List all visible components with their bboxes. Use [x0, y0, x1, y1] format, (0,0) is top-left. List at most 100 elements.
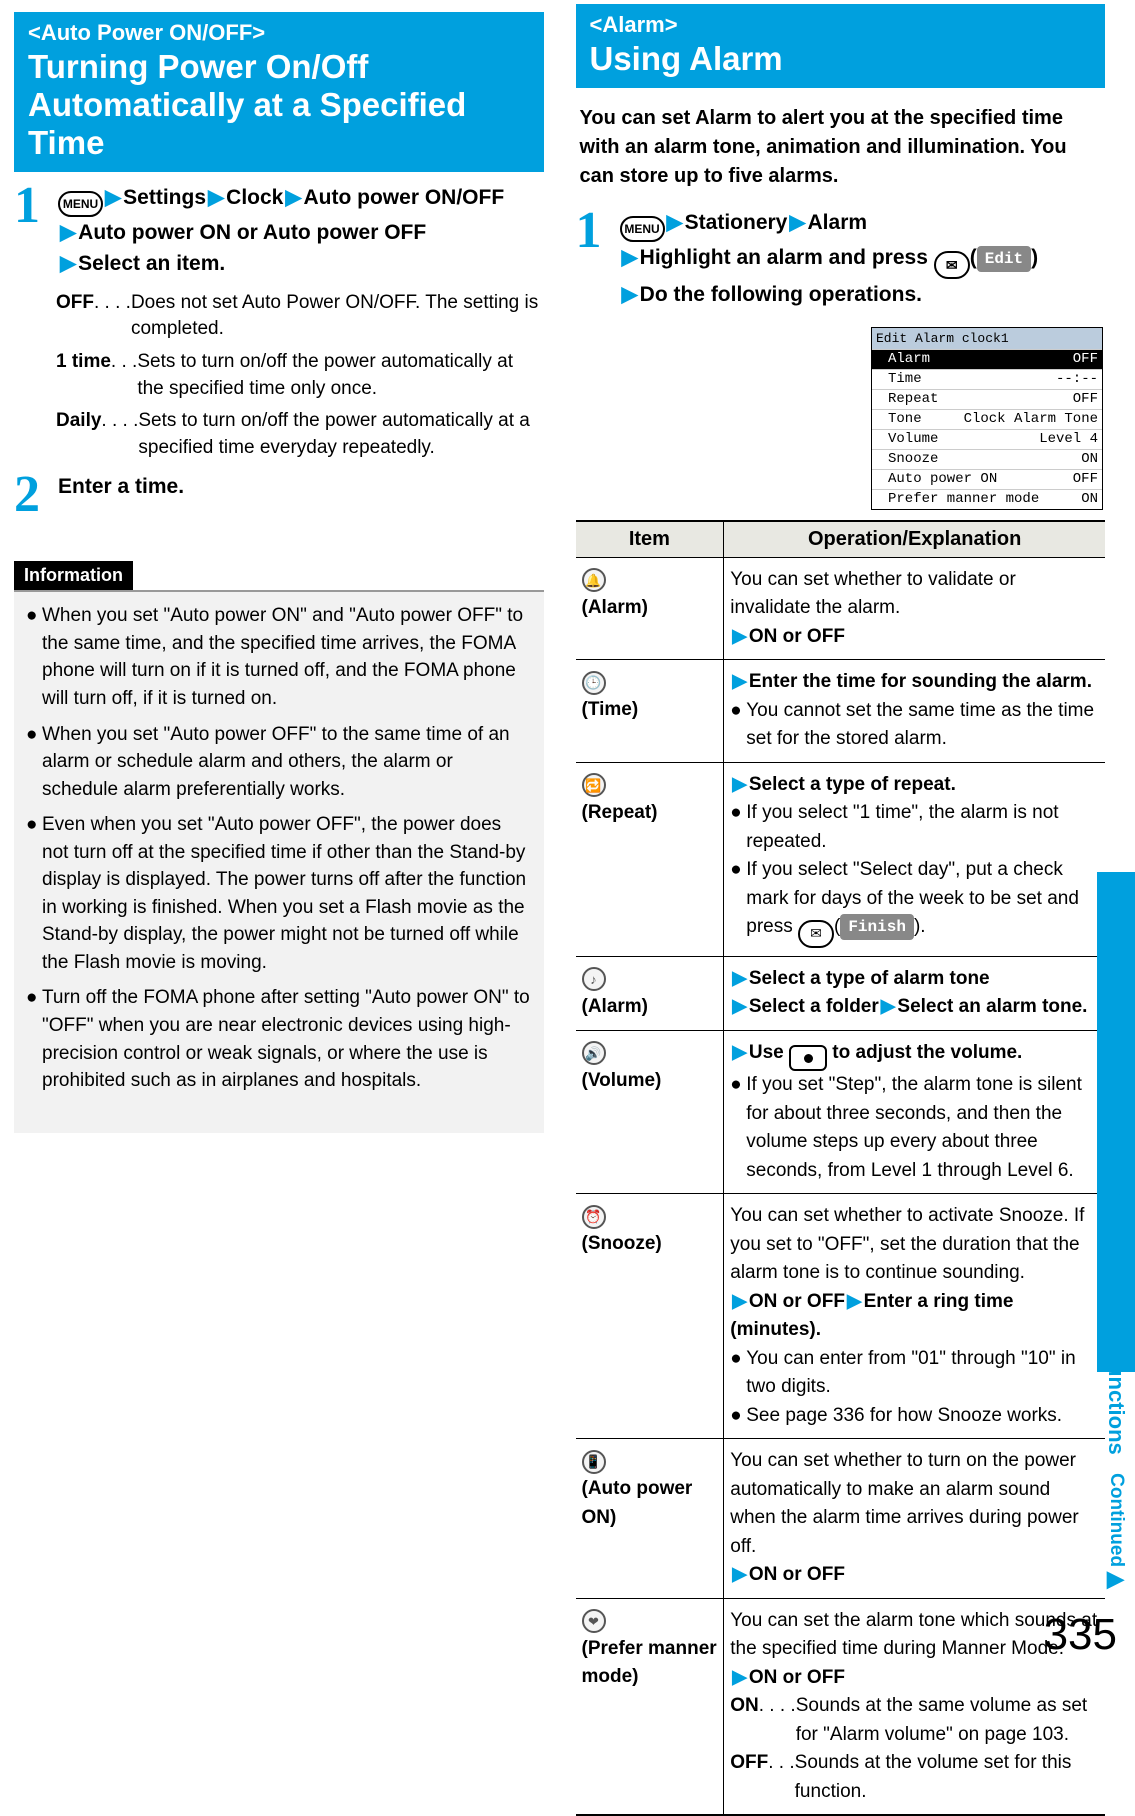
info-item: ●When you set "Auto power ON" and "Auto … [26, 602, 532, 712]
operation-cell: You can set whether to validate or inval… [724, 557, 1105, 660]
op-bullet: ●See page 336 for how Snooze works. [730, 1402, 1099, 1431]
bracket-title: <Auto Power ON/OFF> [28, 20, 530, 46]
item-cell: 🕒(Time) [576, 660, 724, 763]
table-row: 📱(Auto power ON)You can set whether to t… [576, 1439, 1106, 1599]
op-step: ▶Select a type of repeat. [730, 771, 1099, 800]
phone-screen-row: Prefer manner modeON [872, 489, 1102, 509]
table-row: ❤(Prefer manner mode)You can set the ala… [576, 1598, 1106, 1815]
op-step: ▶Select a folder▶Select an alarm tone. [730, 993, 1099, 1022]
information-box: Information ●When you set "Auto power ON… [14, 561, 544, 1132]
op-step: ▶Select a type of alarm tone [730, 965, 1099, 994]
op-bullet: ●You cannot set the same time as the tim… [730, 697, 1099, 754]
operation-cell: ▶Enter the time for sounding the alarm.●… [724, 660, 1105, 763]
def-row: OFF . . . .Does not set Auto Power ON/OF… [56, 290, 544, 343]
definition-list: OFF . . . .Does not set Auto Power ON/OF… [56, 290, 544, 462]
phone-screen-row: Auto power ONOFF [872, 469, 1102, 489]
item-icon: 🔊 [582, 1041, 606, 1065]
arrow-icon: ▶ [58, 221, 78, 244]
section-title: Turning Power On/Off Automatically at a … [28, 48, 466, 161]
op-bullet: ●If you select "1 time", the alarm is no… [730, 799, 1099, 856]
step-1: 1 MENU▶Settings▶Clock▶Auto power ON/OFF … [14, 182, 544, 280]
phone-screen-row: Time--:-- [872, 369, 1102, 389]
step-1-body: MENU▶Settings▶Clock▶Auto power ON/OFF ▶A… [58, 182, 544, 280]
op-bullet: ●If you set "Step", the alarm tone is si… [730, 1071, 1099, 1185]
menu-icon: MENU [620, 216, 665, 242]
table-row: ♪(Alarm)▶Select a type of alarm tone▶Sel… [576, 956, 1106, 1030]
side-tab-text: Other Convenient Functions Continued▶ [1103, 892, 1129, 1592]
step-number: 1 [576, 205, 616, 311]
operation-cell: ▶Select a type of alarm tone▶Select a fo… [724, 956, 1105, 1030]
phone-screen-title: Edit Alarm clock1 [872, 328, 1102, 350]
op-def: ON . . . . Sounds at the same volume as … [730, 1692, 1099, 1749]
arrow-icon: ▶ [283, 186, 303, 209]
def-row: 1 time. . .Sets to turn on/off the power… [56, 349, 544, 402]
item-cell: ♪(Alarm) [576, 956, 724, 1030]
nav-icon [789, 1045, 827, 1071]
arrow-icon: ▶ [103, 186, 123, 209]
mail-icon: ✉ [934, 251, 970, 279]
step-1: 1 MENU▶Stationery▶Alarm ▶Highlight an al… [576, 207, 1106, 311]
phone-screen-row: VolumeLevel 4 [872, 429, 1102, 449]
item-label: (Prefer manner mode) [582, 1635, 718, 1692]
op-bullet: ●You can enter from "01" through "10" in… [730, 1345, 1099, 1402]
phone-screen-row: SnoozeON [872, 449, 1102, 469]
right-column: MENU 4 4 <Alarm> Using Alarm You can set… [560, 12, 1106, 1816]
op-step: ▶ON or OFF [730, 1664, 1099, 1693]
mail-icon: ✉ [798, 920, 834, 948]
phone-screenshot: Edit Alarm clock1 AlarmOFF Time--:-- Rep… [871, 327, 1103, 510]
operation-cell: ▶Select a type of repeat.●If you select … [724, 762, 1105, 956]
item-icon: 🔔 [582, 568, 606, 592]
col-header-operation: Operation/Explanation [724, 521, 1105, 558]
col-header-item: Item [576, 521, 724, 558]
arrow-icon: ▶ [620, 246, 640, 269]
operation-cell: ▶Use to adjust the volume.●If you set "S… [724, 1030, 1105, 1194]
arrow-icon: ▶ [665, 211, 685, 234]
section-header-alarm: <Alarm> Using Alarm [576, 4, 1106, 88]
item-cell: ⏰(Snooze) [576, 1194, 724, 1439]
info-item: ●When you set "Auto power OFF" to the sa… [26, 721, 532, 804]
op-step: ▶Use to adjust the volume. [730, 1039, 1099, 1072]
operation-cell: You can set whether to activate Snooze. … [724, 1194, 1105, 1439]
item-icon: ⏰ [582, 1205, 606, 1229]
op-text: You can set whether to validate or inval… [730, 566, 1099, 623]
arrow-icon: ▶ [58, 252, 78, 275]
arrow-icon: ▶ [620, 283, 640, 306]
def-row: Daily. . . .Sets to turn on/off the powe… [56, 408, 544, 461]
section-title: Using Alarm [590, 40, 783, 77]
menu-icon: MENU [58, 191, 103, 217]
step-number: 1 [14, 180, 54, 280]
op-def: OFF . . . Sounds at the volume set for t… [730, 1749, 1099, 1806]
op-step: ▶ON or OFF [730, 1561, 1099, 1590]
item-cell: ❤(Prefer manner mode) [576, 1598, 724, 1815]
edit-label: Edit [977, 246, 1031, 272]
step-1-body: MENU▶Stationery▶Alarm ▶Highlight an alar… [620, 207, 1106, 311]
table-row: 🔊(Volume)▶Use to adjust the volume.●If y… [576, 1030, 1106, 1194]
phone-screen-row: ToneClock Alarm Tone [872, 409, 1102, 429]
table-row: 🔁(Repeat)▶Select a type of repeat.●If yo… [576, 762, 1106, 956]
item-label: (Volume) [582, 1067, 718, 1096]
item-icon: 🔁 [582, 773, 606, 797]
item-cell: 🔊(Volume) [576, 1030, 724, 1194]
step-2: 2 Enter a time. [14, 471, 544, 521]
item-label: (Alarm) [582, 993, 718, 1022]
table-row: 🕒(Time)▶Enter the time for sounding the … [576, 660, 1106, 763]
item-label: (Alarm) [582, 594, 718, 623]
phone-screen-row: AlarmOFF [872, 349, 1102, 369]
table-row: 🔔(Alarm) You can set whether to validate … [576, 557, 1106, 660]
op-text: You can set whether to turn on the power… [730, 1447, 1099, 1561]
item-icon: 📱 [582, 1450, 606, 1474]
item-label: (Repeat) [582, 799, 718, 828]
item-label: (Time) [582, 696, 718, 725]
phone-screen-row: RepeatOFF [872, 389, 1102, 409]
op-text: You can set whether to activate Snooze. … [730, 1202, 1099, 1288]
section-header-auto-power: <Auto Power ON/OFF> Turning Power On/Off… [14, 12, 544, 172]
arrow-icon: ▶ [787, 211, 807, 234]
op-step: ▶Enter the time for sounding the alarm. [730, 668, 1099, 697]
item-icon: ❤ [582, 1609, 606, 1633]
step-2-body: Enter a time. [58, 471, 544, 521]
info-item: ●Turn off the FOMA phone after setting "… [26, 984, 532, 1094]
arrow-icon: ▶ [206, 186, 226, 209]
item-icon: 🕒 [582, 671, 606, 695]
op-step: ▶ON or OFF▶Enter a ring time (minutes). [730, 1288, 1099, 1345]
page-number: 335 [1044, 1610, 1117, 1660]
